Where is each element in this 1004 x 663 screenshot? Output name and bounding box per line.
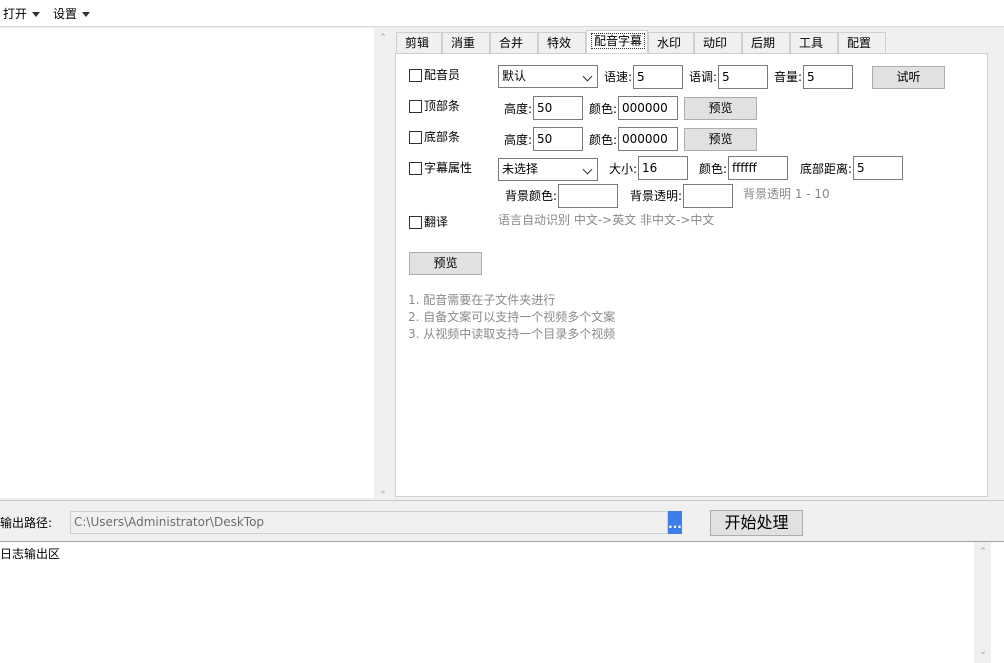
bottom-bar-preview-button[interactable]: 预览 — [684, 128, 757, 151]
translate-hint: 语言自动识别 中文->英文 非中文->中文 — [498, 213, 715, 227]
pitch-label: 语调: — [689, 70, 718, 84]
pitch-input[interactable]: 5 — [718, 65, 768, 89]
tab-merge[interactable]: 合并 — [490, 32, 538, 54]
tab-edit[interactable]: 剪辑 — [396, 32, 442, 54]
subtitle-color-input[interactable]: ffffff — [728, 156, 788, 180]
tab-dedup[interactable]: 消重 — [442, 32, 490, 54]
speed-label: 语速: — [604, 70, 633, 84]
voice-checkbox[interactable] — [409, 69, 422, 82]
start-processing-button[interactable]: 开始处理 — [710, 510, 803, 536]
subtitle-bg-opacity-input[interactable] — [683, 184, 733, 208]
subtitle-bottom-distance-input[interactable]: 5 — [853, 156, 903, 180]
tab-watermark[interactable]: 水印 — [648, 32, 694, 54]
subtitle-size-input[interactable]: 16 — [638, 156, 688, 180]
subtitle-bg-color-input[interactable] — [558, 184, 618, 208]
menu-bar — [0, 0, 1004, 27]
divider — [0, 500, 1004, 501]
subtitle-bg-opacity-hint: 背景透明 1 - 10 — [743, 187, 830, 201]
dropdown-arrow-icon — [82, 12, 91, 17]
subtitle-bg-opacity-label: 背景透明: — [630, 189, 683, 203]
scroll-down-icon[interactable]: ⌄ — [375, 484, 391, 498]
top-bar-label: 顶部条 — [424, 99, 461, 113]
browse-button[interactable]: ... — [668, 511, 682, 534]
preview-button[interactable]: 预览 — [409, 252, 482, 275]
bottom-bar-height-input[interactable]: 50 — [533, 127, 583, 151]
menu-settings[interactable]: 设置 — [53, 5, 91, 23]
translate-checkbox[interactable] — [409, 216, 422, 229]
subtitle-bottom-distance-label: 底部距离: — [800, 162, 853, 176]
subtitle-bg-color-label: 背景颜色: — [505, 189, 558, 203]
voice-select[interactable]: 默认 — [498, 65, 598, 88]
top-bar-checkbox[interactable] — [409, 100, 422, 113]
output-path-input[interactable]: C:\Users\Administrator\DeskTop — [70, 511, 668, 534]
log-output-area[interactable] — [0, 541, 1004, 663]
subtitle-font-select[interactable]: 未选择 — [498, 158, 598, 181]
scroll-up-icon[interactable]: ⌃ — [375, 31, 391, 45]
top-bar-height-input[interactable]: 50 — [533, 96, 583, 120]
top-bar-color-label: 颜色: — [589, 102, 618, 116]
tab-dubbing-subtitles[interactable]: 配音字幕 — [586, 30, 648, 54]
translate-label: 翻译 — [424, 215, 449, 229]
log-scroll-down-icon[interactable]: ⌄ — [975, 645, 991, 659]
log-output-label: 日志输出区 — [0, 547, 61, 561]
bottom-bar-label: 底部条 — [424, 130, 461, 144]
subtitle-checkbox[interactable] — [409, 162, 422, 175]
volume-label: 音量: — [774, 70, 803, 84]
volume-input[interactable]: 5 — [803, 65, 853, 89]
top-bar-color-input[interactable]: 000000 — [618, 96, 678, 120]
tab-post[interactable]: 后期 — [742, 32, 790, 54]
speed-input[interactable]: 5 — [633, 65, 683, 89]
output-path-label: 输出路径: — [0, 516, 53, 530]
bottom-bar-checkbox[interactable] — [409, 131, 422, 144]
bottom-bar-color-input[interactable]: 000000 — [618, 127, 678, 151]
chevron-down-icon — [582, 71, 593, 82]
note-1: 1. 配音需要在子文件夹进行 — [408, 293, 556, 307]
file-list-pane[interactable] — [0, 28, 374, 498]
log-scroll-up-icon[interactable]: ⌃ — [975, 545, 991, 559]
top-bar-height-label: 高度: — [504, 102, 533, 116]
menu-settings-label: 设置 — [53, 7, 78, 21]
voice-label: 配音员 — [424, 68, 461, 82]
dropdown-arrow-icon — [32, 12, 41, 17]
top-bar-preview-button[interactable]: 预览 — [684, 97, 757, 120]
listen-button[interactable]: 试听 — [872, 66, 945, 89]
chevron-down-icon — [582, 164, 593, 175]
menu-open-label: 打开 — [3, 7, 28, 21]
file-list-scrollbar[interactable] — [374, 28, 392, 498]
tab-config[interactable]: 配置 — [838, 32, 886, 54]
tab-tools[interactable]: 工具 — [790, 32, 838, 54]
subtitle-size-label: 大小: — [609, 162, 638, 176]
subtitle-color-label: 颜色: — [699, 162, 728, 176]
tab-effects[interactable]: 特效 — [538, 32, 586, 54]
note-3: 3. 从视频中读取支持一个目录多个视频 — [408, 327, 616, 341]
tab-motion-watermark[interactable]: 动印 — [694, 32, 742, 54]
menu-open[interactable]: 打开 — [3, 5, 41, 23]
subtitle-label: 字幕属性 — [424, 161, 473, 175]
bottom-bar-color-label: 颜色: — [589, 133, 618, 147]
bottom-bar-height-label: 高度: — [504, 133, 533, 147]
note-2: 2. 自备文案可以支持一个视频多个文案 — [408, 310, 616, 324]
